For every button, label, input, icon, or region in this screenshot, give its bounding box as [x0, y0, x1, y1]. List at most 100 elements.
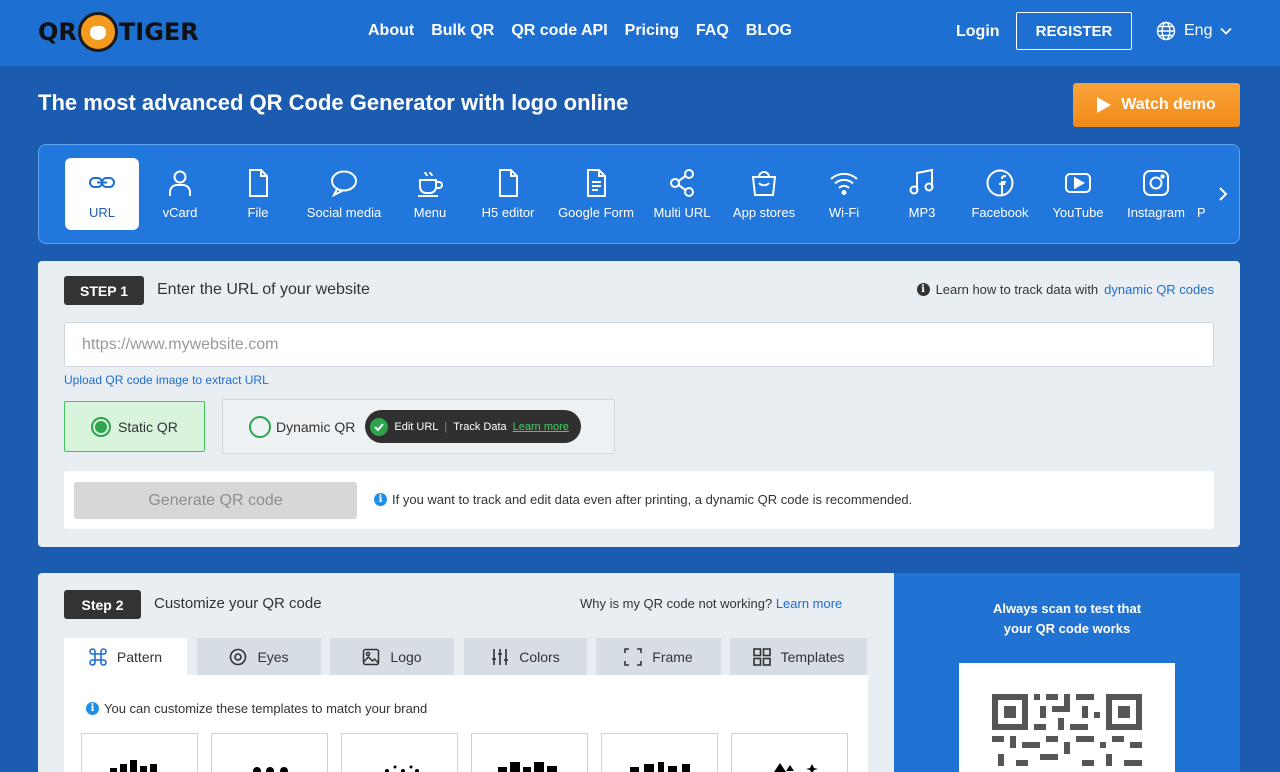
language-selector[interactable]: Eng	[1156, 21, 1233, 41]
url-input[interactable]	[64, 322, 1214, 367]
tab-label: Eyes	[257, 648, 289, 665]
qr-type-google-form[interactable]: Google Form	[553, 158, 639, 230]
register-button[interactable]: REGISTER	[1016, 12, 1132, 50]
static-qr-label: Static QR	[118, 418, 178, 435]
upload-qr-link[interactable]: Upload QR code image to extract URL	[64, 373, 269, 387]
step-1-panel: STEP 1 Enter the URL of your website i L…	[38, 261, 1240, 547]
tab-eyes[interactable]: Eyes	[197, 638, 321, 675]
qr-type-instagram[interactable]: Instagram	[1119, 158, 1193, 230]
dynamic-qr-label: Dynamic QR	[276, 418, 356, 435]
instagram-icon	[1143, 170, 1169, 196]
pattern-icon	[89, 647, 107, 666]
generate-area: Generate QR code i If you want to track …	[64, 471, 1214, 529]
tab-label: Logo	[390, 648, 422, 665]
pattern-template-6[interactable]	[731, 733, 848, 772]
pattern-template-1[interactable]	[81, 733, 198, 772]
qr-type-selector: URL vCard File Social media Menu H5 edit…	[38, 144, 1240, 244]
qr-type-partial[interactable]: P	[1197, 158, 1217, 230]
qr-type-youtube[interactable]: YouTube	[1041, 158, 1115, 230]
qr-type-label: Multi URL	[653, 205, 711, 220]
pattern-tab-panel: i You can customize these templates to m…	[64, 675, 868, 772]
static-qr-option[interactable]: Static QR	[64, 401, 205, 452]
dynamic-qr-codes-link[interactable]: dynamic QR codes	[1104, 282, 1214, 297]
tab-label: Colors	[519, 648, 560, 665]
frame-corners-icon	[624, 647, 643, 666]
tab-frame[interactable]: Frame	[596, 638, 721, 675]
preview-line-2: your QR code works	[1003, 621, 1131, 636]
step-2-title: Customize your QR code	[154, 595, 322, 612]
qr-type-social-media[interactable]: Social media	[301, 158, 387, 230]
qr-type-url[interactable]: URL	[65, 158, 139, 230]
pattern-template-5[interactable]	[601, 733, 718, 772]
qr-type-wifi[interactable]: Wi-Fi	[807, 158, 881, 230]
qr-type-multi-url[interactable]: Multi URL	[645, 158, 719, 230]
qr-type-label: Facebook	[971, 205, 1029, 220]
qr-type-menu[interactable]: Menu	[393, 158, 467, 230]
music-note-icon	[909, 168, 934, 195]
tab-templates[interactable]: Templates	[730, 638, 867, 675]
radio-selected-icon	[91, 416, 111, 437]
nav-link-qr-code-api[interactable]: QR code API	[511, 22, 607, 40]
share-icon	[670, 169, 694, 197]
pattern-template-4[interactable]	[471, 733, 588, 772]
qr-type-label: App stores	[732, 205, 796, 220]
nav-links: About Bulk QR QR code API Pricing FAQ BL…	[368, 22, 809, 40]
qr-code-image	[992, 694, 1142, 766]
shopping-bag-icon	[751, 171, 777, 196]
step-1-title: Enter the URL of your website	[157, 281, 370, 298]
step-2-badge: Step 2	[64, 590, 141, 619]
coffee-cup-icon	[418, 171, 443, 197]
facebook-icon	[986, 169, 1014, 197]
tab-label: Frame	[652, 648, 693, 665]
generate-note-text: If you want to track and edit data even …	[392, 492, 913, 507]
nav-link-faq[interactable]: FAQ	[696, 22, 729, 40]
pattern-template-3[interactable]	[341, 733, 458, 772]
pattern-preview-icon	[385, 765, 419, 772]
nav-link-bulk-qr[interactable]: Bulk QR	[431, 22, 494, 40]
dynamic-qr-option[interactable]: Dynamic QR Edit URL | Track Data Learn m…	[222, 399, 615, 454]
qr-help-link[interactable]: Learn more	[776, 596, 842, 611]
page-title: The most advanced QR Code Generator with…	[38, 90, 629, 115]
nav-link-blog[interactable]: BLOG	[746, 22, 792, 40]
qr-type-label: P	[1197, 205, 1206, 220]
generate-qr-button[interactable]: Generate QR code	[74, 482, 357, 519]
qr-type-label: H5 editor	[481, 205, 535, 220]
chevron-right-icon[interactable]	[1215, 183, 1231, 205]
logo-text-qr: QR	[38, 18, 77, 46]
dynamic-info: i Learn how to track data with dynamic Q…	[916, 282, 1214, 297]
generate-note: i If you want to track and edit data eve…	[374, 492, 912, 507]
tab-colors[interactable]: Colors	[464, 638, 587, 675]
qr-type-label: YouTube	[1052, 205, 1104, 220]
qr-type-label: Social media	[306, 205, 382, 220]
track-data-label: Track Data	[453, 420, 507, 433]
qr-type-app-stores[interactable]: App stores	[725, 158, 803, 230]
check-icon	[370, 417, 389, 436]
tab-logo[interactable]: Logo	[330, 638, 454, 675]
pattern-template-2[interactable]	[211, 733, 328, 772]
chat-bubble-icon	[331, 170, 357, 198]
wifi-icon	[830, 172, 858, 195]
tab-pattern[interactable]: Pattern	[64, 638, 187, 675]
qr-tiger-logo[interactable]: QR TIGER	[38, 9, 199, 55]
info-icon: i	[374, 493, 387, 506]
nav-link-pricing[interactable]: Pricing	[625, 22, 679, 40]
qr-type-file[interactable]: File	[221, 158, 295, 230]
info-icon: i	[916, 283, 930, 296]
tab-label: Pattern	[116, 648, 163, 665]
templates-note-text: You can customize these templates to mat…	[104, 701, 428, 716]
dynamic-features-pill: Edit URL | Track Data Learn more	[365, 410, 581, 443]
login-link[interactable]: Login	[956, 23, 1000, 41]
nav-link-about[interactable]: About	[368, 22, 414, 40]
pattern-preview-icon	[498, 762, 557, 772]
watch-demo-button[interactable]: Watch demo	[1073, 83, 1240, 127]
edit-url-label: Edit URL	[394, 420, 439, 433]
qr-preview-panel: Always scan to test that your QR code wo…	[894, 573, 1240, 772]
learn-more-link[interactable]: Learn more	[513, 421, 569, 433]
qr-type-vcard[interactable]: vCard	[143, 158, 217, 230]
qr-type-h5-editor[interactable]: H5 editor	[471, 158, 545, 230]
top-navbar: QR TIGER About Bulk QR QR code API Prici…	[0, 0, 1280, 66]
qr-type-label: vCard	[162, 205, 198, 220]
qr-type-label: Menu	[413, 205, 447, 220]
qr-type-facebook[interactable]: Facebook	[963, 158, 1037, 230]
qr-type-mp3[interactable]: MP3	[885, 158, 959, 230]
